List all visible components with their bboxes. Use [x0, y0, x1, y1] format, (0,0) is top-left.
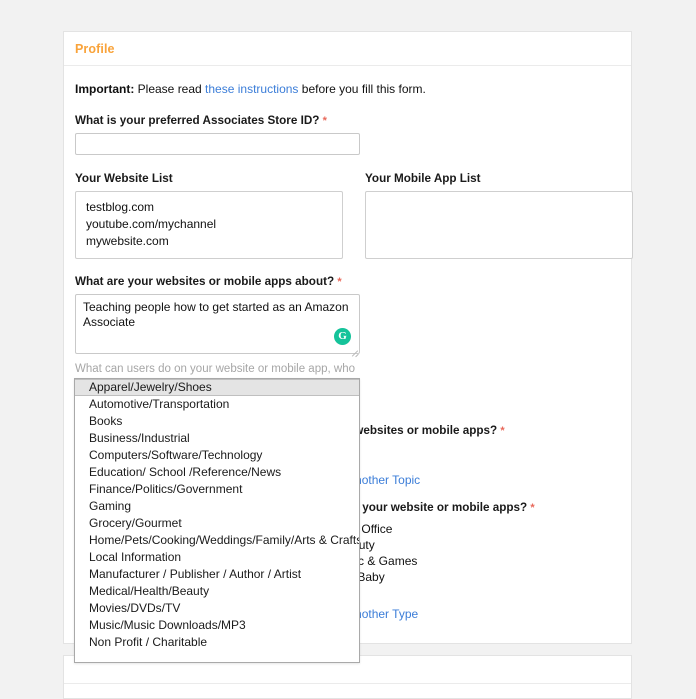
dropdown-option[interactable]: Grocery/Gourmet: [75, 515, 359, 532]
dropdown-option[interactable]: Finance/Politics/Government: [75, 481, 359, 498]
mobile-app-list-label: Your Mobile App List: [365, 172, 633, 185]
page-title: Profile: [75, 42, 620, 56]
list-item: mywebsite.com: [86, 233, 332, 250]
dropdown-option[interactable]: Non Profit / Charitable: [75, 634, 359, 651]
mobile-app-list-box[interactable]: [365, 191, 633, 259]
dropdown-option[interactable]: Education/ School /Reference/News: [75, 464, 359, 481]
dropdown-option[interactable]: Automotive/Transportation: [75, 396, 359, 413]
add-another-topic-row: Add Another Topic: [323, 473, 620, 487]
add-another-type-row: Add Another Type: [323, 607, 620, 621]
dropdown-option[interactable]: Movies/DVDs/TV: [75, 600, 359, 617]
about-textarea[interactable]: Teaching people how to get started as an…: [75, 294, 360, 354]
list-item: youtube.com/mychannel: [86, 216, 332, 233]
mobile-app-list-column: Your Mobile App List: [365, 172, 633, 259]
dropdown-option[interactable]: Medical/Health/Beauty: [75, 583, 359, 600]
about-label: What are your websites or mobile apps ab…: [75, 275, 620, 288]
website-list-column: Your Website List testblog.com youtube.c…: [75, 172, 343, 259]
dropdown-option[interactable]: Apparel/Jewelry/Shoes: [75, 379, 359, 396]
store-id-required-asterisk: *: [323, 115, 327, 127]
dropdown-option[interactable]: Home/Pets/Cooking/Weddings/Family/Arts &…: [75, 532, 359, 549]
secondary-card-divider: [64, 683, 631, 684]
important-notice: Important: Please read these instruction…: [75, 82, 620, 96]
product-types-required-asterisk: *: [530, 502, 534, 514]
profile-card-header: Profile: [64, 32, 631, 66]
store-id-label: What is your preferred Associates Store …: [75, 114, 620, 127]
list-item: testblog.com: [86, 199, 332, 216]
lists-row: Your Website List testblog.com youtube.c…: [75, 172, 620, 259]
store-id-input[interactable]: [75, 133, 360, 155]
instructions-link[interactable]: these instructions: [205, 82, 298, 96]
dropdown-option[interactable]: Local Information: [75, 549, 359, 566]
dropdown-option[interactable]: Computers/Software/Technology: [75, 447, 359, 464]
store-id-label-text: What is your preferred Associates Store …: [75, 114, 319, 127]
grammarly-icon[interactable]: G: [334, 328, 351, 345]
store-id-field: What is your preferred Associates Store …: [75, 114, 620, 155]
dropdown-option[interactable]: Music/Music Downloads/MP3: [75, 617, 359, 634]
dropdown-option[interactable]: Business/Industrial: [75, 430, 359, 447]
website-list-box[interactable]: testblog.com youtube.com/mychannel myweb…: [75, 191, 343, 259]
about-required-asterisk: *: [337, 276, 341, 288]
dropdown-option[interactable]: Manufacturer / Publisher / Author / Arti…: [75, 566, 359, 583]
topics-required-asterisk: *: [500, 425, 504, 437]
important-prefix: Important:: [75, 82, 134, 96]
dropdown-option[interactable]: Gaming: [75, 498, 359, 515]
website-list-label: Your Website List: [75, 172, 343, 185]
dropdown-option[interactable]: Books: [75, 413, 359, 430]
textarea-resize-handle[interactable]: [350, 347, 359, 356]
important-mid: Please read: [134, 82, 205, 96]
important-suffix: before you fill this form.: [298, 82, 425, 96]
about-textarea-wrapper: Teaching people how to get started as an…: [75, 294, 360, 357]
topics-dropdown-list[interactable]: Apparel/Jewelry/Shoes Automotive/Transpo…: [74, 378, 360, 663]
about-label-text: What are your websites or mobile apps ab…: [75, 275, 334, 288]
